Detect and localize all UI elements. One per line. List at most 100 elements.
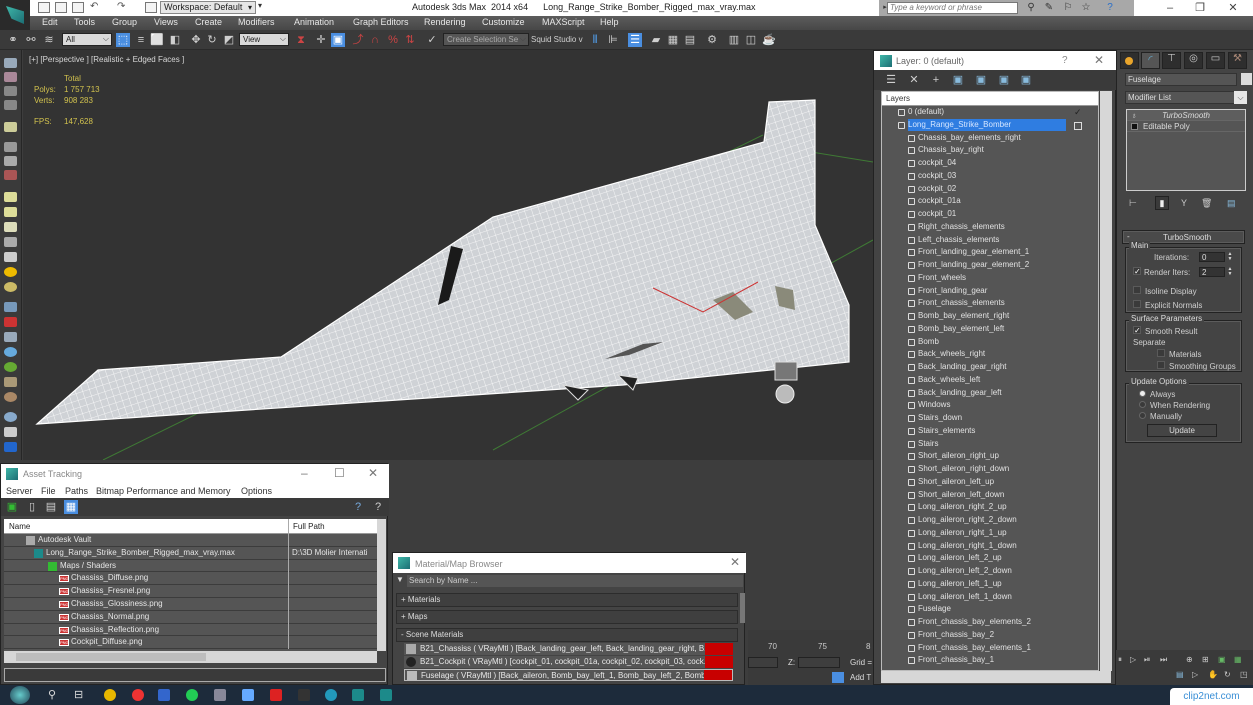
select-and-link-icon[interactable]: ⚭ (6, 33, 20, 47)
time-tag-icon[interactable] (832, 672, 844, 683)
material-tool-icon[interactable] (4, 412, 17, 422)
menu-help[interactable]: Help (600, 17, 619, 27)
next-frame-icon[interactable]: ⏯ (1144, 655, 1150, 665)
save-icon[interactable] (72, 2, 84, 13)
redo-icon[interactable]: ↷ (117, 1, 125, 12)
window-crossing-icon[interactable]: ◧ (168, 33, 182, 47)
save-app-icon[interactable] (158, 689, 170, 701)
scene-materials-group[interactable]: - Scene Materials (396, 628, 738, 642)
mirror-icon[interactable]: ⫴ (588, 33, 602, 47)
materials-group[interactable]: + Materials (396, 593, 738, 607)
table-tool-icon[interactable] (4, 100, 17, 110)
workspace-dropdown[interactable]: Workspace: Default (160, 1, 256, 14)
render-iters-checkbox[interactable]: ✓ (1133, 267, 1141, 276)
proxy-tool-icon[interactable] (4, 317, 17, 327)
remove-modifier-icon[interactable]: 🗑 (1201, 198, 1212, 209)
object-item[interactable]: Front_chassis_bay_elements_2 (882, 616, 1098, 629)
menu-maxscript[interactable]: MAXScript (542, 17, 585, 27)
perspective-viewport[interactable]: [+] [Perspective ] [Realistic + Edged Fa… (23, 50, 873, 460)
spinner-snap-icon[interactable]: ⇅ (403, 33, 417, 47)
render-production-icon[interactable]: ☕ (762, 33, 776, 47)
spot-light-icon[interactable] (4, 252, 17, 262)
object-item[interactable]: cockpit_03 (882, 170, 1098, 183)
asset-row[interactable]: Autodesk Vault (4, 534, 377, 547)
object-item[interactable]: Front_wheels (882, 272, 1098, 285)
object-item[interactable]: Front_chassis_bay_1 (882, 654, 1098, 667)
helper-tool-icon[interactable] (4, 142, 17, 152)
explicit-normals-checkbox[interactable] (1133, 300, 1141, 308)
close-icon[interactable]: ✕ (368, 466, 378, 480)
menu-create[interactable]: Create (195, 17, 222, 27)
file-explorer-icon[interactable] (214, 689, 226, 701)
schematic-view-icon[interactable]: ▤ (683, 33, 697, 47)
object-item[interactable]: Stairs_elements (882, 425, 1098, 438)
maximize-icon[interactable]: ☐ (334, 466, 345, 480)
chevron-down-icon[interactable]: ⌵ (1234, 91, 1247, 104)
table-view-icon[interactable]: ▦ (64, 500, 78, 514)
binoculars-icon[interactable]: ⚲ (1025, 2, 1037, 14)
y-coordinate-field[interactable] (748, 657, 778, 668)
keyword-search-input[interactable]: Type a keyword or phrase (887, 2, 1018, 14)
app-menu-button[interactable] (0, 0, 30, 30)
graphite-ribbon-icon[interactable]: ▰ (649, 33, 663, 47)
asset-row[interactable]: Maps / Shaders (4, 559, 377, 573)
show-end-result-icon[interactable]: ▮ (1155, 196, 1169, 210)
pan-hand-icon[interactable]: ✋ (1208, 670, 1218, 679)
object-item[interactable]: Stairs_down (882, 412, 1098, 425)
close-icon[interactable]: ✕ (1094, 53, 1104, 67)
select-objects-in-layer-icon[interactable]: ▣ (974, 73, 988, 87)
layers-column[interactable]: Layers (886, 94, 910, 103)
satellite-icon[interactable]: ⚐ (1062, 2, 1074, 14)
zoom-extents-all-icon[interactable]: ▦ (1234, 655, 1242, 664)
media-app-icon[interactable] (298, 689, 310, 701)
add-to-layer-icon[interactable]: ▣ (951, 73, 965, 87)
configure-modifier-sets-icon[interactable]: ▤ (1227, 198, 1236, 209)
menu-modifiers[interactable]: Modifiers (238, 17, 275, 27)
update-manually-radio[interactable] (1139, 412, 1146, 419)
asset-vertical-scrollbar[interactable] (377, 519, 386, 651)
object-item[interactable]: Chassis_bay_elements_right (882, 132, 1098, 145)
tab-motion[interactable]: ◎ (1184, 52, 1203, 69)
zoom-extents-icon[interactable]: ▣ (1218, 655, 1226, 664)
object-item[interactable]: Back_landing_gear_left (882, 387, 1098, 400)
material-item[interactable]: B21_Chassiss ( VRayMtl ) [Back_landing_g… (404, 643, 733, 655)
bind-space-warp-icon[interactable]: ≋ (42, 33, 56, 47)
layer-explorer-titlebar[interactable]: Layer: 0 (default) ? ✕ (874, 51, 1117, 70)
project-folder-icon[interactable] (145, 2, 157, 13)
tab-modify[interactable]: ◜ (1141, 52, 1160, 69)
object-name-field[interactable]: Fuselage (1125, 73, 1237, 86)
menu-file[interactable]: File (41, 486, 56, 496)
plane-tool-icon[interactable] (4, 332, 17, 342)
modifier-list-dropdown[interactable]: Modifier List (1125, 91, 1247, 104)
render-tool-icon[interactable] (4, 170, 17, 180)
object-item[interactable]: Long_aileron_left_1_down (882, 591, 1098, 604)
taskbar-app-icon[interactable] (104, 689, 116, 701)
ies-light-icon[interactable] (4, 237, 17, 247)
set-current-layer-box[interactable] (1074, 122, 1082, 130)
sphere-tool-icon[interactable] (4, 347, 17, 357)
snaps-toggle-icon[interactable]: ⤴ (351, 33, 365, 47)
make-unique-icon[interactable]: Y (1181, 198, 1187, 208)
browser-options-icon[interactable]: ▼ (396, 575, 404, 584)
object-item[interactable]: Back_wheels_right (882, 348, 1098, 361)
minimize-button[interactable]: – (1155, 0, 1185, 16)
object-item[interactable]: Long_aileron_right_1_down (882, 540, 1098, 553)
list-view-icon[interactable]: ▯ (25, 500, 39, 514)
named-selection-dropdown[interactable]: Create Selection Se (443, 33, 529, 46)
material-browser-scrollbar[interactable] (740, 593, 745, 623)
smoothing-groups-checkbox[interactable] (1157, 361, 1165, 369)
object-item[interactable]: Bomb_bay_element_right (882, 310, 1098, 323)
camera-tool-icon[interactable] (4, 156, 17, 166)
layer-vertical-scrollbar[interactable] (1100, 91, 1112, 671)
object-tool-icon[interactable] (4, 442, 17, 452)
open-file-icon[interactable] (55, 2, 67, 13)
pin-stack-icon[interactable]: ⊢ (1129, 198, 1137, 209)
object-item[interactable]: Left_chassis_elements (882, 234, 1098, 247)
select-by-name-icon[interactable]: ≡ (134, 33, 148, 47)
asset-status-field[interactable] (4, 668, 386, 682)
menu-animation[interactable]: Animation (294, 17, 334, 27)
rendered-frame-window-icon[interactable]: ◫ (744, 33, 758, 47)
object-item[interactable]: Windows (882, 399, 1098, 412)
object-item[interactable]: Front_chassis_bay_2 (882, 629, 1098, 642)
stack-item-editable-poly[interactable]: Editable Poly (1127, 121, 1245, 132)
